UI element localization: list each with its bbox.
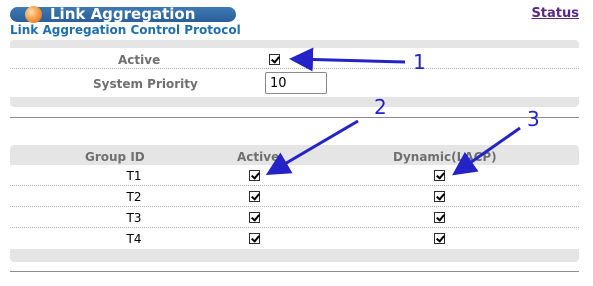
annotation-arrow-1 (289, 47, 406, 72)
annotation-arrow-2 (265, 119, 359, 176)
annotation-number-3: 3 (527, 107, 540, 131)
annotation-arrows (265, 47, 521, 176)
annotation-number-1: 1 (413, 50, 426, 74)
annotation-number-2: 2 (374, 95, 387, 119)
annotation-arrow-3 (452, 126, 521, 176)
